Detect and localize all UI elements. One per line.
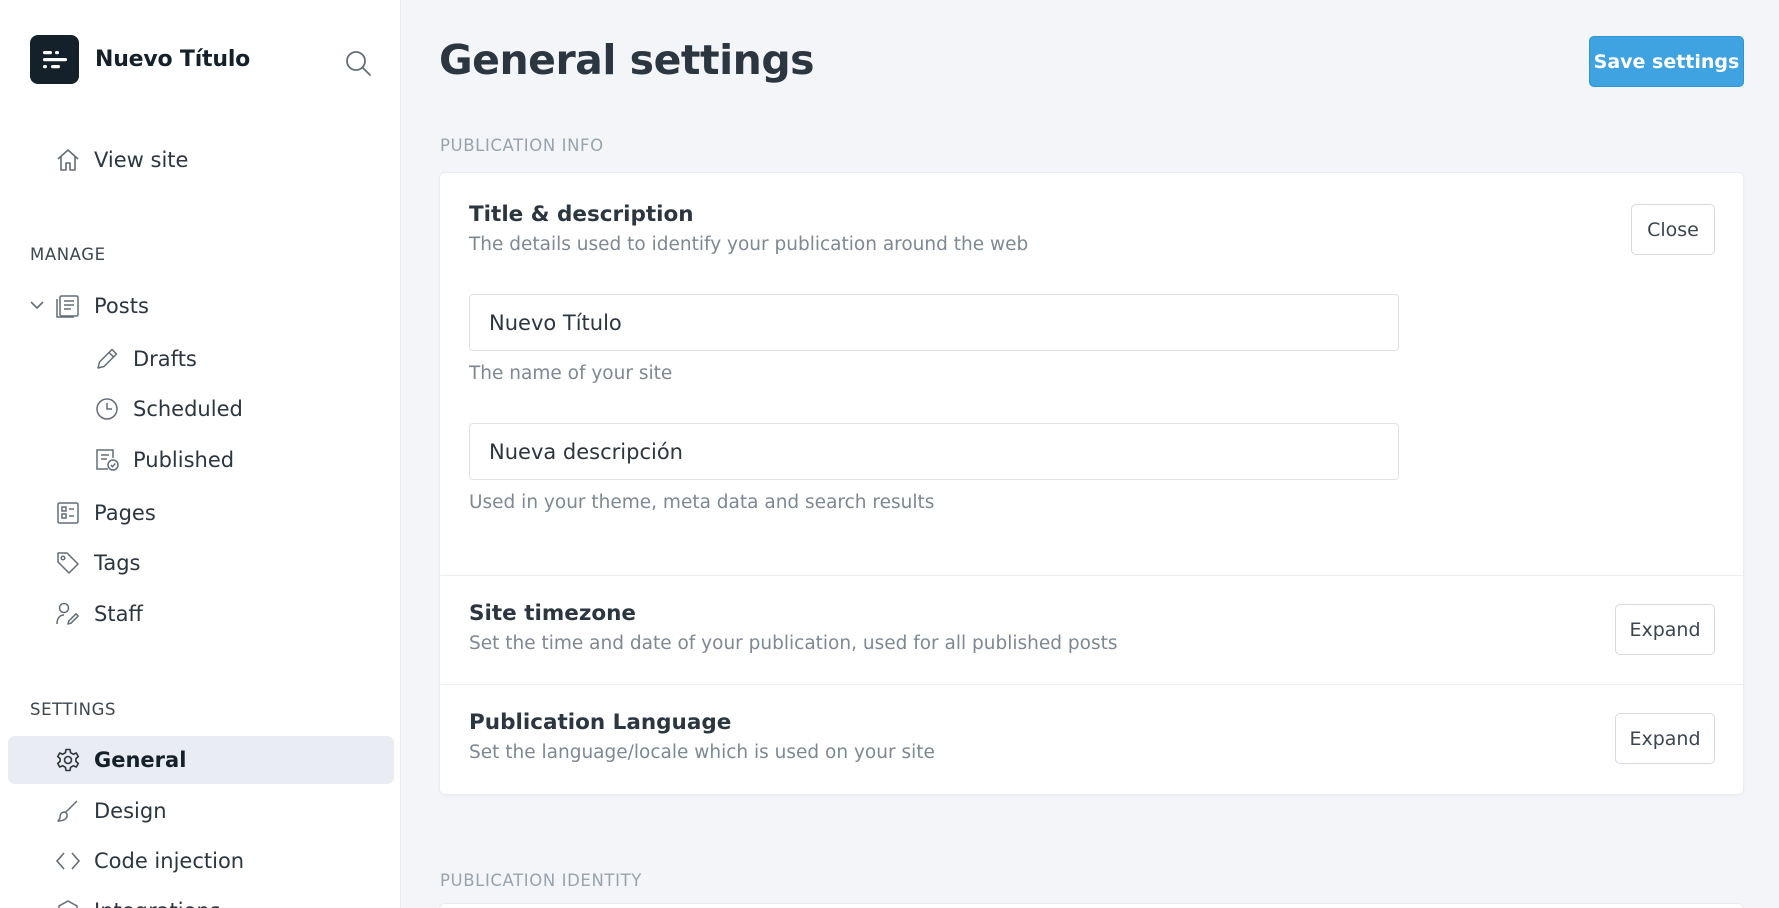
sidebar-item-posts[interactable]: Posts (54, 284, 149, 328)
tag-icon (54, 549, 82, 577)
sidebar-item-label: Design (94, 799, 167, 823)
sidebar-item-label: Integrations (94, 899, 221, 908)
page-title: General settings (439, 36, 815, 84)
site-timezone-subtitle: Set the time and date of your publicatio… (469, 633, 1118, 654)
section-heading-publication-info: PUBLICATION INFO (440, 136, 604, 155)
sidebar-item-label: Code injection (94, 849, 245, 873)
sidebar-item-label: Drafts (133, 347, 197, 371)
expand-language-button[interactable]: Expand (1615, 713, 1715, 764)
sidebar-item-label: View site (94, 148, 189, 172)
sidebar-item-view-site[interactable]: View site (54, 138, 188, 182)
sidebar-item-tags[interactable]: Tags (54, 541, 141, 585)
save-settings-button[interactable]: Save settings (1589, 36, 1744, 87)
clock-icon (93, 395, 121, 423)
sidebar-item-label: Staff (94, 602, 143, 626)
sidebar-item-label: Posts (94, 294, 149, 318)
site-title-input[interactable] (469, 294, 1399, 351)
chevron-down-icon[interactable] (28, 296, 46, 314)
site-title-hint: The name of your site (469, 363, 673, 384)
section-heading-publication-identity: PUBLICATION IDENTITY (440, 871, 642, 890)
sidebar-item-label: General (94, 748, 187, 772)
sidebar-item-staff[interactable]: Staff (54, 592, 143, 636)
home-icon (54, 146, 82, 174)
ghost-logo-icon (30, 35, 79, 84)
sidebar-item-design[interactable]: Design (54, 789, 167, 833)
integrations-icon (54, 897, 82, 908)
sidebar-item-code-injection[interactable]: Code injection (54, 839, 244, 883)
sidebar-item-scheduled[interactable]: Scheduled (93, 387, 243, 431)
close-button[interactable]: Close (1631, 204, 1715, 255)
main-content: General settings Save settings PUBLICATI… (401, 0, 1779, 908)
sidebar-item-label: Scheduled (133, 397, 243, 421)
site-description-hint: Used in your theme, meta data and search… (469, 492, 935, 513)
code-icon (54, 847, 82, 875)
brand[interactable]: Nuevo Título (30, 35, 250, 84)
brush-icon (54, 797, 82, 825)
sidebar-item-drafts[interactable]: Drafts (93, 337, 197, 381)
sidebar-item-integrations[interactable]: Integrations (54, 889, 221, 908)
publication-language-heading: Publication Language (469, 710, 732, 735)
sidebar-item-general[interactable]: General (54, 738, 186, 782)
posts-icon (54, 292, 82, 320)
sidebar-item-label: Tags (94, 551, 141, 575)
sidebar-item-label: Published (133, 448, 235, 472)
published-check-icon (93, 446, 121, 474)
manage-heading: MANAGE (30, 245, 106, 264)
title-description-heading: Title & description (469, 202, 694, 227)
publication-identity-card (439, 903, 1744, 908)
sidebar: Nuevo Título View site MANAGE Posts Draf… (0, 0, 401, 908)
pages-icon (54, 499, 82, 527)
divider (440, 575, 1743, 576)
title-description-subtitle: The details used to identify your public… (469, 234, 1029, 255)
sidebar-item-pages[interactable]: Pages (54, 491, 156, 535)
site-description-input[interactable] (469, 423, 1399, 480)
settings-heading: SETTINGS (30, 700, 117, 719)
pencil-icon (93, 345, 121, 373)
search-icon[interactable] (343, 48, 373, 78)
gear-icon (54, 746, 82, 774)
publication-language-subtitle: Set the language/locale which is used on… (469, 742, 935, 763)
sidebar-item-label: Pages (94, 501, 156, 525)
user-edit-icon (54, 600, 82, 628)
divider (440, 684, 1743, 685)
sidebar-item-published[interactable]: Published (93, 438, 234, 482)
expand-timezone-button[interactable]: Expand (1615, 604, 1715, 655)
site-title: Nuevo Título (95, 47, 251, 72)
site-timezone-heading: Site timezone (469, 601, 637, 626)
publication-info-card: Title & description The details used to … (439, 172, 1744, 795)
